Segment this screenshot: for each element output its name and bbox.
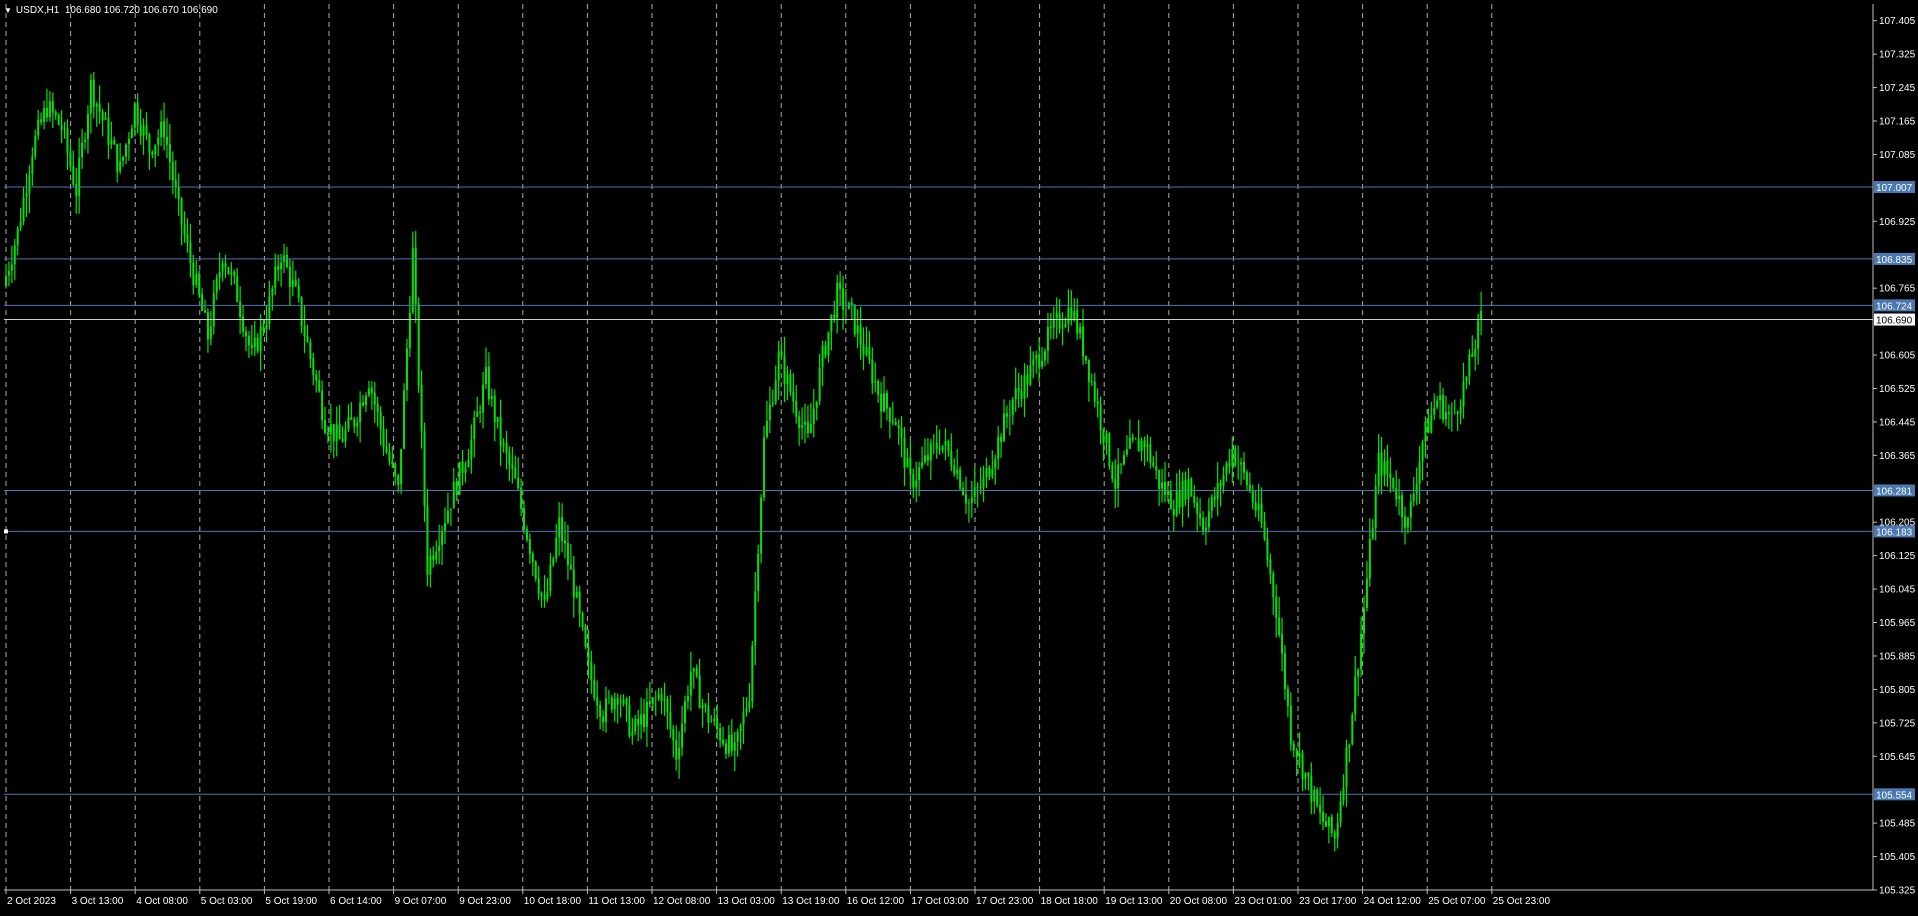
chart-area[interactable]: ▼ USDX,H1 106.680 106.720 106.670 106.690…: [0, 0, 1918, 916]
price-tick-label: 106.125: [1879, 551, 1916, 562]
time-axis: 2 Oct 2023 3 Oct 13:00 4 Oct 08:00 5 Oct 03…: [4, 889, 1873, 907]
time-tick-label: 20 Oct 08:00: [1170, 896, 1228, 907]
level-label: 106.281: [1876, 486, 1913, 497]
price-tick-label: 106.445: [1879, 417, 1916, 428]
price-tick-label: 105.325: [1879, 886, 1916, 897]
price-tick-label: 105.805: [1879, 685, 1916, 696]
price-tick-label: 107.245: [1879, 83, 1916, 94]
time-tick-label: 23 Oct 17:00: [1299, 896, 1357, 907]
level-label: 106.183: [1876, 527, 1913, 538]
time-tick-label: 6 Oct 14:00: [330, 896, 382, 907]
level-label: 105.554: [1876, 790, 1913, 801]
grid-lines: [5, 4, 1493, 890]
current-price-label: 106.690: [1876, 316, 1913, 327]
price-tick-label: 106.605: [1879, 351, 1916, 362]
time-tick-label: 12 Oct 08:00: [653, 896, 711, 907]
price-tick-label: 105.645: [1879, 752, 1916, 763]
level-label: 106.835: [1876, 255, 1913, 266]
time-tick-label: 17 Oct 03:00: [911, 896, 969, 907]
time-tick-label: 18 Oct 18:00: [1041, 896, 1099, 907]
price-chart[interactable]: 107.007 106.835 106.724 106.281 106.183 105.5…: [0, 0, 1918, 916]
price-tick-label: 106.045: [1879, 585, 1916, 596]
price-tick-label: 106.525: [1879, 384, 1916, 395]
time-tick-label: 13 Oct 03:00: [718, 896, 776, 907]
price-tick-label: 106.925: [1879, 217, 1916, 228]
price-tick-label: 105.885: [1879, 651, 1916, 662]
level-label: 106.724: [1876, 301, 1913, 312]
price-tick-label: 107.085: [1879, 150, 1916, 161]
candle-series: [5, 72, 1483, 852]
time-tick-label: 9 Oct 07:00: [395, 896, 447, 907]
price-tick-label: 105.485: [1879, 819, 1916, 830]
time-tick-label: 10 Oct 18:00: [524, 896, 582, 907]
price-tick-label: 106.205: [1879, 518, 1916, 529]
time-tick-label: 13 Oct 19:00: [782, 896, 840, 907]
time-tick-label: 16 Oct 12:00: [847, 896, 905, 907]
time-tick-label: 25 Oct 23:00: [1493, 896, 1551, 907]
time-tick-label: 11 Oct 13:00: [588, 896, 645, 907]
price-axis: 107.405 107.325 107.245 107.165 107.085 106.9…: [1872, 4, 1916, 897]
time-tick-label: 25 Oct 07:00: [1428, 896, 1486, 907]
level-handle-icon: [4, 529, 8, 534]
price-tick-label: 105.725: [1879, 718, 1916, 729]
time-tick-label: 3 Oct 13:00: [72, 896, 124, 907]
time-tick-label: 19 Oct 13:00: [1105, 896, 1163, 907]
price-tick-label: 106.765: [1879, 284, 1916, 295]
price-tick-label: 107.325: [1879, 50, 1916, 61]
time-tick-label: 17 Oct 23:00: [976, 896, 1034, 907]
price-tick-label: 105.405: [1879, 852, 1916, 863]
price-tick-label: 106.365: [1879, 451, 1916, 462]
time-tick-label: 5 Oct 03:00: [201, 896, 253, 907]
price-tick-label: 105.965: [1879, 618, 1916, 629]
time-tick-label: 23 Oct 01:00: [1234, 896, 1292, 907]
price-tick-label: 107.405: [1879, 16, 1916, 27]
time-tick-label: 9 Oct 23:00: [459, 896, 511, 907]
time-tick-label: 4 Oct 08:00: [136, 896, 188, 907]
level-label: 107.007: [1876, 183, 1913, 194]
time-tick-label: 2 Oct 2023: [7, 896, 56, 907]
time-tick-label: 5 Oct 19:00: [265, 896, 317, 907]
price-tick-label: 107.165: [1879, 117, 1916, 128]
time-tick-label: 24 Oct 12:00: [1364, 896, 1422, 907]
